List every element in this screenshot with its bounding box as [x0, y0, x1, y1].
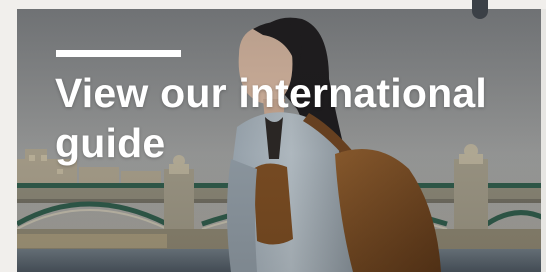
scrollbar-track: [541, 9, 546, 272]
international-guide-promo-card[interactable]: View our international guide: [17, 9, 546, 272]
slider-indicator-icon: [472, 0, 488, 19]
promo-headline[interactable]: View our international guide: [55, 68, 525, 168]
headline-accent-rule: [56, 50, 181, 57]
